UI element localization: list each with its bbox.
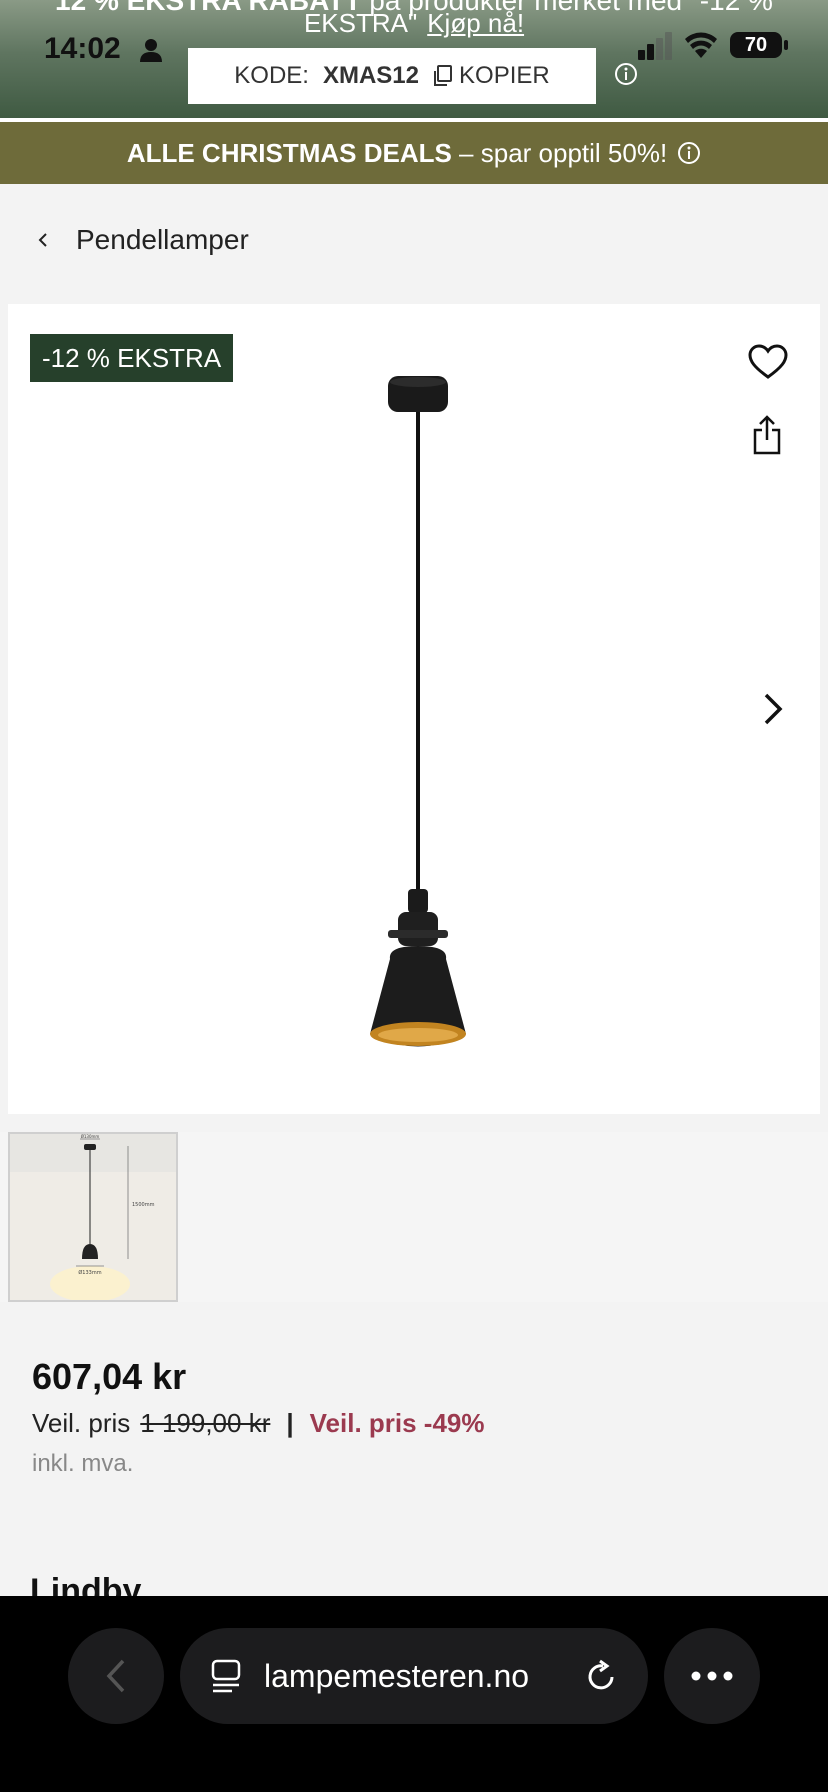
info-icon[interactable] bbox=[614, 62, 638, 86]
back-button[interactable] bbox=[68, 1628, 164, 1724]
thumb-dimension-label: Ø133mm bbox=[78, 1269, 101, 1276]
reload-icon[interactable] bbox=[586, 1659, 618, 1693]
thumbnail-dimensions[interactable]: Ø130mm 1500mm Ø133mm bbox=[8, 1132, 178, 1302]
share-icon[interactable] bbox=[752, 414, 782, 456]
old-price: 1 199,00 kr bbox=[140, 1408, 271, 1438]
pendant-lamp-image bbox=[370, 376, 466, 1047]
address-bar[interactable]: lampemesteren.no bbox=[180, 1628, 648, 1724]
copy-code-button[interactable]: KOPIER bbox=[433, 62, 550, 90]
more-dots-icon bbox=[691, 1671, 733, 1681]
product-image-gallery[interactable]: -12 % EKSTRA bbox=[8, 304, 820, 1114]
status-time: 14:02 bbox=[44, 32, 121, 65]
page-menu-icon[interactable] bbox=[210, 1659, 242, 1693]
discount-percentage: Veil. pris -49% bbox=[309, 1408, 485, 1438]
status-icons: 70 bbox=[638, 30, 828, 70]
thumb-dimension-label: Ø130mm bbox=[81, 1134, 100, 1139]
copy-icon bbox=[434, 65, 453, 86]
deals-banner[interactable]: ALLE CHRISTMAS DEALS – spar opptil 50%! bbox=[0, 122, 828, 184]
vat-note: inkl. mva. bbox=[32, 1450, 134, 1477]
product-price: 607,04 kr bbox=[32, 1356, 187, 1397]
thumbnail-strip: Ø130mm 1500mm Ø133mm bbox=[0, 1132, 828, 1302]
promo-code-box: KODE: XMAS12 KOPIER bbox=[188, 48, 596, 104]
promo-banner: 12 % EKSTRA RABATT på produkter merket m… bbox=[0, 0, 828, 118]
chevron-right-icon[interactable] bbox=[760, 692, 786, 726]
dimensions-thumbnail-image: Ø130mm 1500mm Ø133mm bbox=[10, 1134, 176, 1300]
breadcrumb-label: Pendellamper bbox=[76, 224, 249, 255]
breadcrumb[interactable]: Pendellamper bbox=[38, 224, 249, 256]
chevron-left-icon bbox=[38, 233, 47, 247]
battery-icon: 70 bbox=[730, 32, 782, 58]
wifi-icon bbox=[685, 32, 717, 58]
heart-icon[interactable] bbox=[748, 344, 788, 380]
ref-label: Veil. pris bbox=[32, 1408, 131, 1438]
reference-price-line: Veil. pris 1 199,00 kr | Veil. pris -49% bbox=[32, 1408, 485, 1439]
browser-toolbar: lampemesteren.no bbox=[0, 1596, 828, 1792]
cellular-signal-icon bbox=[638, 32, 672, 60]
separator: | bbox=[286, 1408, 294, 1438]
more-options-button[interactable] bbox=[664, 1628, 760, 1724]
code-label: KODE: bbox=[234, 62, 309, 89]
discount-badge: -12 % EKSTRA bbox=[30, 334, 234, 382]
thumb-dimension-label: 1500mm bbox=[132, 1202, 155, 1208]
url-text: lampemesteren.no bbox=[264, 1657, 530, 1694]
person-icon bbox=[140, 39, 162, 62]
buy-now-link[interactable]: Kjøp nå! bbox=[427, 8, 524, 38]
code-value: XMAS12 bbox=[322, 62, 420, 89]
chevron-left-icon bbox=[106, 1659, 125, 1693]
info-icon[interactable] bbox=[677, 141, 701, 165]
